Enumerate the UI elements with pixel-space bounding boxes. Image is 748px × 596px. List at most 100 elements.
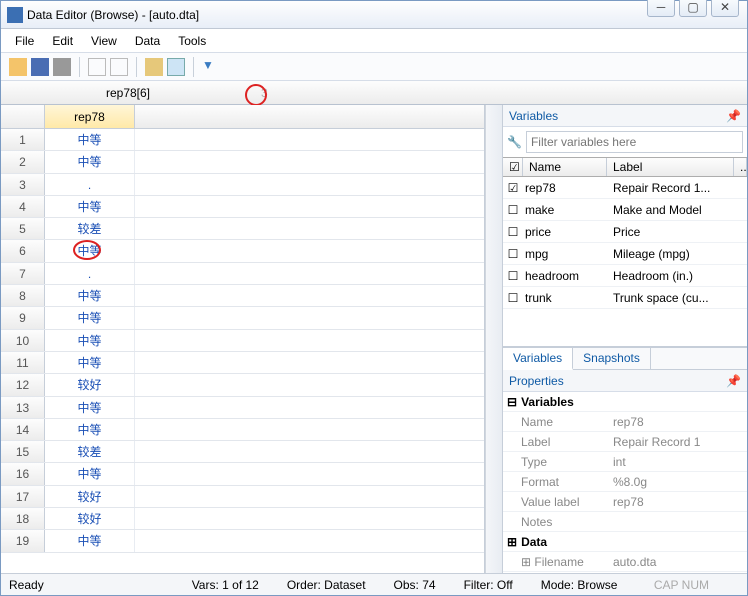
variable-label: Price <box>609 225 747 239</box>
menu-file[interactable]: File <box>15 34 34 48</box>
cell-value[interactable]: 3 <box>255 86 747 100</box>
status-order: Order: Dataset <box>287 578 366 592</box>
data-cell[interactable]: 中等 <box>45 151 135 172</box>
properties-panel-header: Properties 📌 <box>503 370 747 392</box>
variable-row[interactable]: ☐mpgMileage (mpg) <box>503 243 747 265</box>
variable-checkbox[interactable]: ☐ <box>503 291 523 305</box>
close-button[interactable]: ✕ <box>711 0 739 17</box>
row-header[interactable]: 17 <box>1 486 45 507</box>
wrench-icon[interactable]: 🔧 <box>507 135 522 149</box>
data-cell[interactable]: 中等 <box>45 330 135 351</box>
maximize-button[interactable]: ▢ <box>679 0 707 17</box>
status-obs: Obs: 74 <box>394 578 436 592</box>
edit-icon[interactable] <box>145 58 163 76</box>
annotation-circle <box>245 84 267 106</box>
menu-edit[interactable]: Edit <box>52 34 73 48</box>
menu-view[interactable]: View <box>91 34 117 48</box>
properties-group-variables[interactable]: ⊟ Variables <box>503 392 747 412</box>
menu-bar: File Edit View Data Tools <box>1 29 747 53</box>
row-header[interactable]: 2 <box>1 151 45 172</box>
row-header[interactable]: 18 <box>1 508 45 529</box>
row-header[interactable]: 1 <box>1 129 45 150</box>
property-label: Type <box>503 455 613 469</box>
data-cell[interactable]: 中等 <box>45 285 135 306</box>
data-cell[interactable]: 中等 <box>45 530 135 551</box>
variable-checkbox[interactable]: ☐ <box>503 203 523 217</box>
cell-reference: rep78[6] <box>1 86 255 100</box>
copy-icon[interactable] <box>88 58 106 76</box>
data-cell[interactable]: 中等 <box>45 129 135 150</box>
data-cell[interactable]: 较差 <box>45 441 135 462</box>
variable-row[interactable]: ☐makeMake and Model <box>503 199 747 221</box>
data-cell[interactable]: 中等 <box>45 196 135 217</box>
data-cell[interactable]: 中等 <box>45 419 135 440</box>
title-bar: Data Editor (Browse) - [auto.dta] ─ ▢ ✕ <box>1 1 747 29</box>
row-header[interactable]: 9 <box>1 307 45 328</box>
tab-snapshots[interactable]: Snapshots <box>573 348 651 369</box>
status-bar: Ready Vars: 1 of 12 Order: Dataset Obs: … <box>1 573 747 595</box>
pin-icon[interactable]: 📌 <box>726 109 741 123</box>
data-cell[interactable]: 较好 <box>45 486 135 507</box>
data-cell[interactable]: 中等 <box>45 240 135 261</box>
data-cell[interactable]: 中等 <box>45 307 135 328</box>
row-header[interactable]: 13 <box>1 397 45 418</box>
variable-checkbox[interactable]: ☐ <box>503 269 523 283</box>
row-header[interactable]: 14 <box>1 419 45 440</box>
property-row: Namerep78 <box>503 412 747 432</box>
property-label: Notes <box>503 515 613 529</box>
data-cell[interactable]: 中等 <box>45 397 135 418</box>
data-cell[interactable]: 中等 <box>45 352 135 373</box>
column-header[interactable]: rep78 <box>45 105 135 128</box>
print-icon[interactable] <box>53 58 71 76</box>
paste-icon[interactable] <box>110 58 128 76</box>
row-header[interactable]: 16 <box>1 463 45 484</box>
save-icon[interactable] <box>31 58 49 76</box>
grid-corner[interactable] <box>1 105 45 128</box>
address-bar: rep78[6] 3 <box>1 81 747 105</box>
window-title: Data Editor (Browse) - [auto.dta] <box>27 8 741 22</box>
data-cell[interactable]: . <box>45 263 135 284</box>
property-label: Label <box>503 435 613 449</box>
browse-icon[interactable] <box>167 58 185 76</box>
variable-checkbox[interactable]: ☐ <box>503 247 523 261</box>
data-cell[interactable]: 较差 <box>45 218 135 239</box>
row-header[interactable]: 3 <box>1 174 45 195</box>
row-header[interactable]: 15 <box>1 441 45 462</box>
data-cell[interactable]: . <box>45 174 135 195</box>
tab-variables[interactable]: Variables <box>503 348 573 370</box>
variable-row[interactable]: ☐trunkTrunk space (cu... <box>503 287 747 309</box>
row-header[interactable]: 12 <box>1 374 45 395</box>
row-header[interactable]: 6 <box>1 240 45 261</box>
variable-row[interactable]: ☐pricePrice <box>503 221 747 243</box>
row-header[interactable]: 11 <box>1 352 45 373</box>
data-cell[interactable]: 较好 <box>45 508 135 529</box>
variables-panel-header: Variables 📌 <box>503 105 747 127</box>
variable-row[interactable]: ☐headroomHeadroom (in.) <box>503 265 747 287</box>
open-icon[interactable] <box>9 58 27 76</box>
menu-data[interactable]: Data <box>135 34 160 48</box>
variable-checkbox[interactable]: ☐ <box>503 225 523 239</box>
row-header[interactable]: 7 <box>1 263 45 284</box>
data-cell[interactable]: 较好 <box>45 374 135 395</box>
variable-name: make <box>523 203 609 217</box>
row-header[interactable]: 19 <box>1 530 45 551</box>
row-header[interactable]: 4 <box>1 196 45 217</box>
row-header[interactable]: 8 <box>1 285 45 306</box>
menu-tools[interactable]: Tools <box>178 34 206 48</box>
minimize-button[interactable]: ─ <box>647 0 675 17</box>
pin-icon[interactable]: 📌 <box>726 374 741 388</box>
row-header[interactable]: 5 <box>1 218 45 239</box>
data-grid[interactable]: rep78 1中等2中等3.4中等5较差6中等7.8中等9中等10中等11中等1… <box>1 105 485 573</box>
property-row: Value labelrep78 <box>503 492 747 512</box>
property-value: int <box>613 455 747 469</box>
main-area: rep78 1中等2中等3.4中等5较差6中等7.8中等9中等10中等11中等1… <box>1 105 747 573</box>
row-header[interactable]: 10 <box>1 330 45 351</box>
app-icon <box>7 7 23 23</box>
properties-group-data[interactable]: ⊞ Data <box>503 532 747 552</box>
vertical-scrollbar[interactable] <box>485 105 502 573</box>
variable-row[interactable]: ☑rep78Repair Record 1... <box>503 177 747 199</box>
filter-variables-input[interactable] <box>526 131 743 153</box>
filter-icon[interactable]: ▼ <box>202 58 220 76</box>
variable-checkbox[interactable]: ☑ <box>503 181 523 195</box>
data-cell[interactable]: 中等 <box>45 463 135 484</box>
